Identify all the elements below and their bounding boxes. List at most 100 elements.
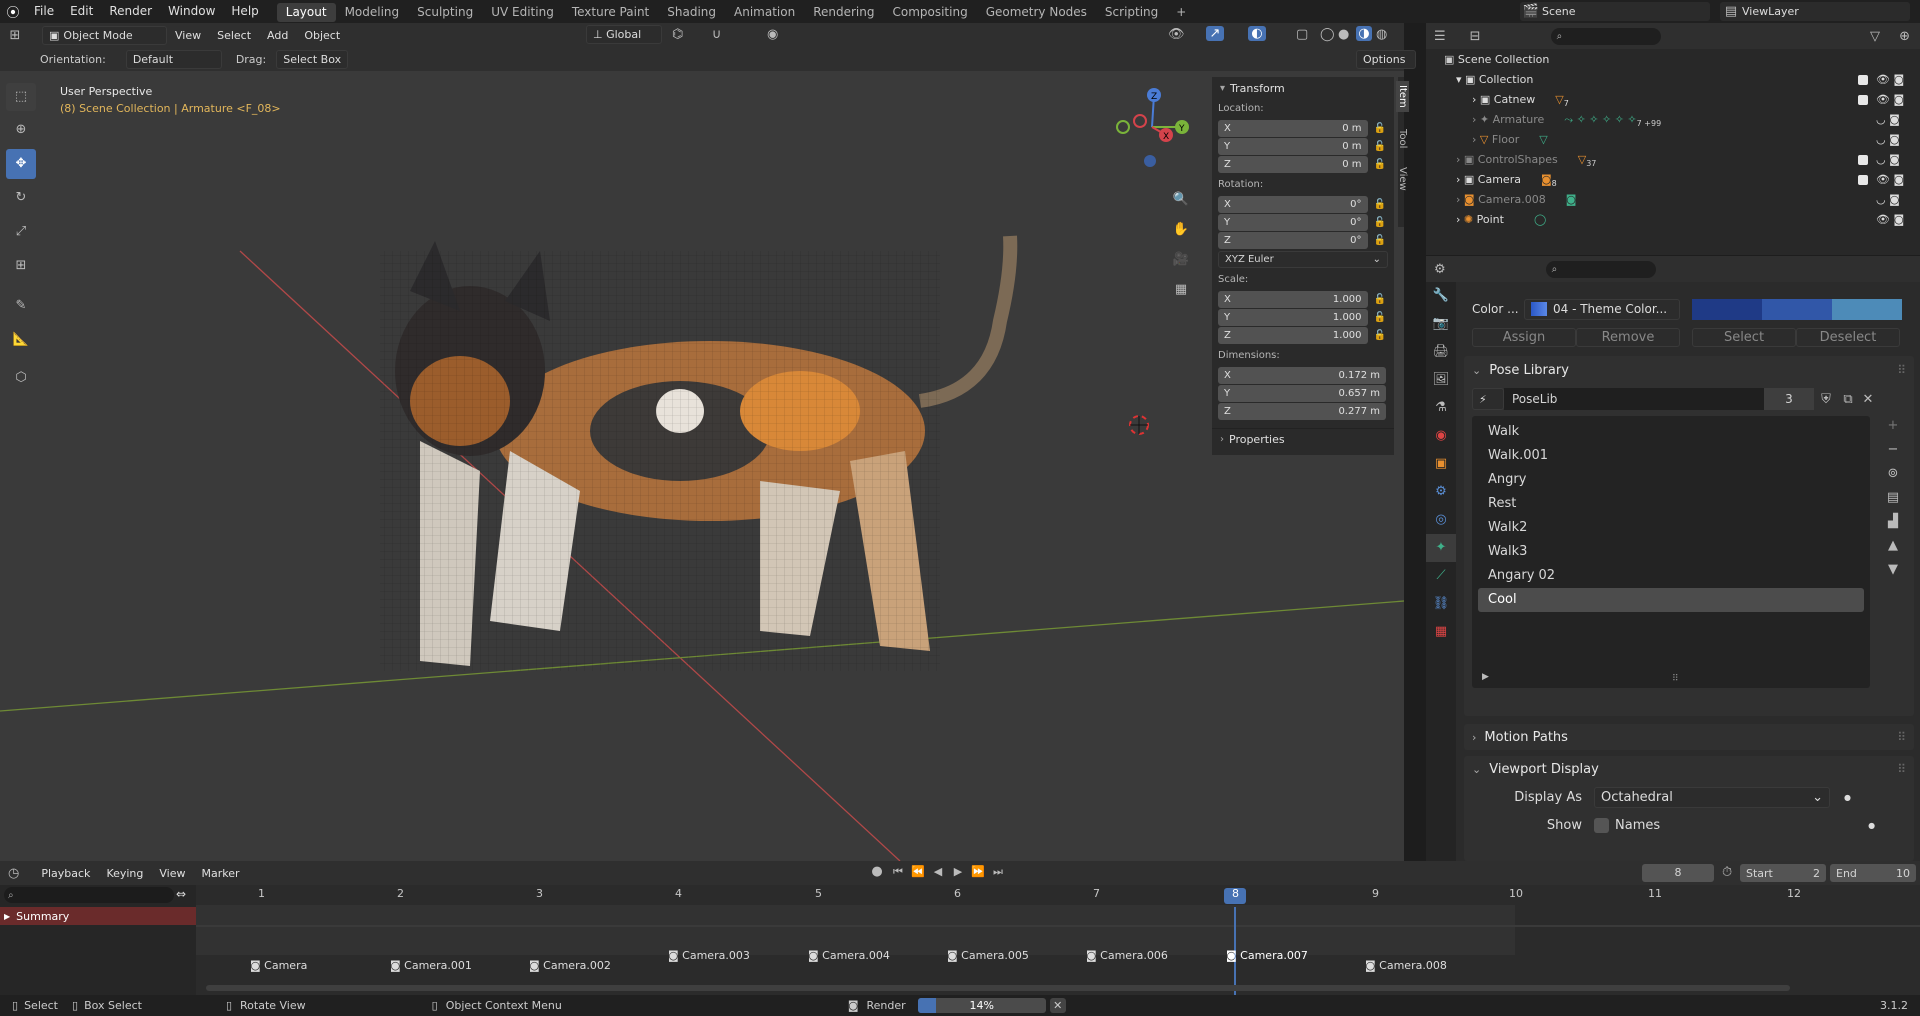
marker[interactable]: ◙ Camera.008 <box>1365 959 1447 972</box>
measure-tool-icon[interactable]: 📐 <box>6 325 36 355</box>
eye-icon[interactable]: 👁 ◙ <box>1876 70 1916 90</box>
lock-icon[interactable]: 🔓 <box>1374 141 1386 152</box>
remove-button[interactable]: Remove <box>1576 327 1680 347</box>
pivot-icon[interactable]: ⌬ <box>672 27 683 42</box>
timeline-menu-playback[interactable]: Playback <box>33 862 98 885</box>
xray-icon[interactable]: ▢ <box>1296 27 1308 42</box>
3d-cursor[interactable] <box>1129 415 1149 435</box>
add-workspace-button[interactable]: + <box>1167 3 1195 22</box>
keyframe-dot-icon[interactable]: ● <box>1844 793 1851 802</box>
current-frame-field[interactable]: 8 <box>1642 864 1714 882</box>
pose-chart-icon[interactable]: ▟ <box>1880 514 1906 536</box>
marker[interactable]: ◙ Camera <box>250 959 307 972</box>
drag-handle-icon[interactable]: ⠿ <box>1897 762 1906 776</box>
outliner-scene-collection[interactable]: ▣ Scene Collection <box>1444 50 1549 70</box>
eye-icon[interactable]: 👁 ◙ <box>1876 90 1916 110</box>
move-down-icon[interactable]: ▼ <box>1880 562 1906 584</box>
jump-key-back-icon[interactable]: ⏪ <box>908 865 928 878</box>
keyframe-dot-icon[interactable]: ● <box>1868 821 1875 830</box>
lock-icon[interactable]: 🔓 <box>1374 235 1386 246</box>
list-item[interactable]: Rest <box>1478 492 1864 516</box>
ortho-grid-icon[interactable]: ▦ <box>1168 276 1194 304</box>
physics-tab-icon[interactable]: ◎ <box>1426 506 1456 534</box>
proportional-edit-icon[interactable]: ◉ <box>767 27 778 42</box>
texture-tab-icon[interactable]: ▦ <box>1426 618 1456 646</box>
jump-end-icon[interactable]: ⏭ <box>988 865 1008 879</box>
options-dropdown[interactable]: Options <box>1356 50 1416 69</box>
move-up-icon[interactable]: ▲ <box>1880 538 1906 560</box>
display-as-dropdown[interactable]: Octahedral ⌄ <box>1594 786 1830 808</box>
menu-edit[interactable]: Edit <box>62 0 101 23</box>
filter-icon[interactable]: ▽ <box>1870 29 1880 44</box>
scale-y-field[interactable]: Y 1.000 <box>1218 308 1368 326</box>
scale-x-field[interactable]: X 1.000 <box>1218 290 1368 308</box>
rotate-tool-icon[interactable]: ↻ <box>6 183 36 213</box>
world-tab-icon[interactable]: ◉ <box>1426 422 1456 450</box>
outliner-item[interactable]: › ◙ Camera.008 ◙ <box>1456 190 1576 210</box>
end-frame-field[interactable]: End 10 <box>1830 864 1916 882</box>
menu-file[interactable]: File <box>26 0 62 23</box>
material-shading-icon[interactable]: ◑ <box>1356 26 1372 41</box>
list-item[interactable]: Walk3 <box>1478 540 1864 564</box>
sanitize-icon[interactable]: ▤ <box>1880 490 1906 512</box>
cancel-render-close-icon[interactable]: ✕ <box>1049 998 1066 1013</box>
display-mode-icon[interactable]: ⊟ <box>1470 29 1481 44</box>
gizmo-neg-x-icon[interactable] <box>1133 114 1147 128</box>
assign-button[interactable]: Assign <box>1472 327 1576 347</box>
wireframe-shading-icon[interactable]: ◯ <box>1320 27 1335 42</box>
drag-dropdown[interactable]: Select Box <box>276 49 349 69</box>
solid-shading-icon[interactable]: ● <box>1338 27 1349 42</box>
menu-render[interactable]: Render <box>101 0 160 23</box>
outliner-item[interactable]: › ▣ Camera ◙8 <box>1456 170 1557 190</box>
overlay-toggle-icon[interactable]: ◐ <box>1248 26 1266 41</box>
scene-selector[interactable]: 🎬 Scene <box>1520 2 1710 21</box>
exclude-checkbox[interactable] <box>1858 75 1868 85</box>
outliner-item[interactable]: › ✦ Armature ⤳ ✧ ✧ ✧ ✧ ✧7 +99 <box>1472 110 1661 130</box>
rotation-mode-dropdown[interactable]: XYZ Euler ⌄ <box>1218 251 1388 268</box>
tab-modeling[interactable]: Modeling <box>336 3 409 22</box>
outliner-item[interactable]: ▾ ▣ Collection <box>1456 70 1533 90</box>
stopwatch-icon[interactable]: ⏱ <box>1722 865 1732 880</box>
list-item[interactable]: Walk <box>1478 420 1864 444</box>
properties-editor-icon[interactable]: ⚙ <box>1434 262 1446 277</box>
marker[interactable]: ◙ Camera.001 <box>390 959 472 972</box>
active-color-swatch[interactable] <box>1832 298 1902 320</box>
poselib-name-field[interactable]: PoseLib <box>1504 388 1764 410</box>
exclude-checkbox[interactable] <box>1858 95 1868 105</box>
cursor-tool-icon[interactable]: ⊕ <box>6 115 36 145</box>
pose-library-header[interactable]: ⌄ Pose Library ⠿ <box>1464 356 1914 384</box>
viewport-menu-select[interactable]: Select <box>209 24 259 47</box>
view-layer-tab-icon[interactable]: 🖼 <box>1426 366 1456 394</box>
bone-constraint-tab-icon[interactable]: ⛓ <box>1426 590 1456 618</box>
3d-viewport[interactable]: ⊞ ▣ Object Mode View Select Add Object ⊥… <box>0 23 1416 861</box>
marker[interactable]: ◙ Camera.005 <box>947 949 1029 962</box>
eye-closed-icon[interactable]: ◡ ◙ <box>1876 190 1916 210</box>
record-icon[interactable]: ● <box>866 864 888 879</box>
location-x-field[interactable]: X 0 m <box>1218 119 1368 137</box>
visibility-icon[interactable]: 👁 <box>1168 27 1185 42</box>
timeline-editor-icon[interactable]: ◷ <box>8 866 19 881</box>
marker[interactable]: ◙ Camera.007 <box>1226 949 1308 962</box>
editor-type-icon[interactable]: ⊞ <box>0 28 30 43</box>
outliner-item[interactable]: › ▣ ControlShapes ▽37 <box>1456 150 1596 170</box>
viewport-menu-view[interactable]: View <box>167 24 209 47</box>
transform-orientation-dropdown[interactable]: ⊥ Global <box>586 25 662 44</box>
select-color-swatch[interactable] <box>1762 298 1832 320</box>
list-resize-handle-icon[interactable]: ⠿ <box>1672 674 1679 684</box>
lock-icon[interactable]: 🔓 <box>1374 330 1386 341</box>
marker[interactable]: ◙ Camera.006 <box>1086 949 1168 962</box>
poselib-users-count[interactable]: 3 <box>1764 388 1814 410</box>
play-reverse-icon[interactable]: ◀ <box>928 865 948 878</box>
add-pose-icon[interactable]: + <box>1880 418 1906 440</box>
select-button[interactable]: Select <box>1692 327 1796 347</box>
list-filter-toggle-icon[interactable]: ▶ <box>1482 672 1489 682</box>
rotation-x-field[interactable]: X 0° <box>1218 195 1368 213</box>
move-tool-icon[interactable]: ✥ <box>6 149 36 179</box>
jump-key-forward-icon[interactable]: ⏩ <box>968 865 988 878</box>
transform-tool-icon[interactable]: ⊞ <box>6 251 36 281</box>
gizmo-neg-y-icon[interactable] <box>1116 120 1130 134</box>
marker[interactable]: ◙ Camera.003 <box>668 949 750 962</box>
jump-start-icon[interactable]: ⏮ <box>888 865 908 879</box>
deselect-button[interactable]: Deselect <box>1796 327 1900 347</box>
add-cube-tool-icon[interactable]: ⬡ <box>6 363 36 393</box>
